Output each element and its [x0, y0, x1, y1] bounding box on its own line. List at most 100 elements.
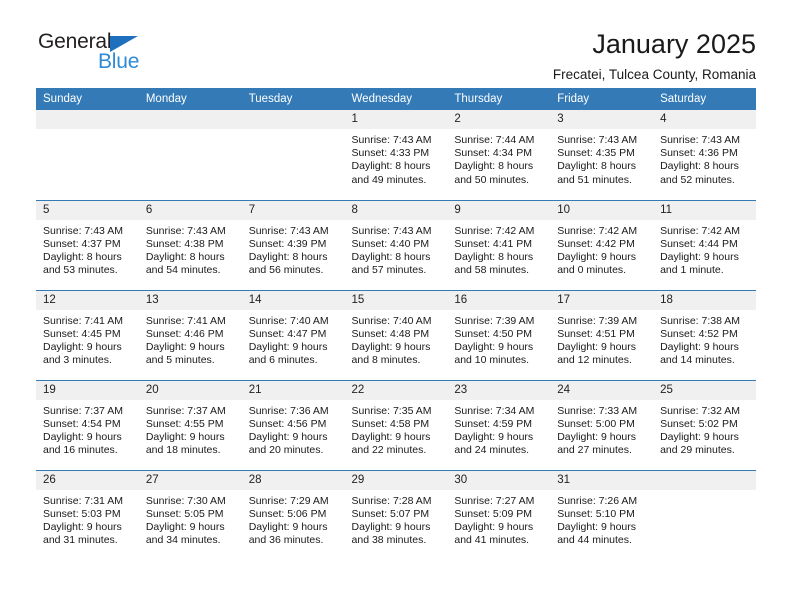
weekday-header-thursday: Thursday [447, 88, 551, 110]
day-detail-line: Sunset: 5:03 PM [43, 507, 121, 520]
calendar-day-cell[interactable]: 13 Sunrise: 7:41 AM Sunset: 4:46 PM Dayligh… [138, 289, 242, 380]
calendar-day-cell[interactable]: 11 Sunrise: 7:42 AM Sunset: 4:44 PM Dayligh… [653, 199, 756, 290]
day-detail-line: Daylight: 8 hours [43, 250, 122, 263]
calendar-day-cell[interactable]: 2 Sunrise: 7:44 AM Sunset: 4:34 PM Daylight… [447, 110, 551, 200]
logo-text-blue: Blue [98, 50, 140, 73]
day-detail-line: Daylight: 9 hours [145, 520, 225, 533]
day-number: 25 [653, 380, 756, 400]
weekday-header-saturday: Saturday [653, 88, 756, 110]
calendar-day-cell[interactable]: 24 Sunrise: 7:33 AM Sunset: 5:00 PM Dayligh… [550, 379, 654, 470]
day-detail-line: Daylight: 8 hours [660, 160, 739, 173]
calendar-day-cell[interactable]: 29 Sunrise: 7:28 AM Sunset: 5:07 PM Dayligh… [344, 469, 448, 560]
day-detail-line: Sunrise: 7:42 AM [454, 224, 535, 237]
calendar-day-cell[interactable]: 28 Sunrise: 7:29 AM Sunset: 5:06 PM Dayligh… [241, 469, 345, 560]
day-detail-line: Sunrise: 7:32 AM [660, 404, 741, 417]
day-details: Sunrise: 7:41 AM Sunset: 4:46 PM Daylight:… [139, 310, 242, 368]
day-detail-line: Sunrise: 7:43 AM [248, 224, 329, 237]
day-number: 20 [138, 380, 242, 400]
day-details: Sunrise: 7:36 AM Sunset: 4:56 PM Daylight:… [242, 400, 345, 458]
day-detail-line: Sunrise: 7:43 AM [660, 134, 741, 146]
day-detail-line: Sunrise: 7:26 AM [557, 494, 638, 507]
day-detail-line: Daylight: 9 hours [660, 340, 739, 353]
calendar-day-cell[interactable]: 14 Sunrise: 7:40 AM Sunset: 4:47 PM Dayligh… [241, 289, 345, 380]
calendar-page: General Blue January 2025 Frecatei, Tulc… [0, 0, 792, 612]
calendar-day-cell[interactable]: 23 Sunrise: 7:34 AM Sunset: 4:59 PM Dayligh… [447, 379, 551, 470]
day-details: Sunrise: 7:43 AM Sunset: 4:33 PM Daylight:… [345, 129, 448, 187]
day-detail-line: Sunset: 4:40 PM [351, 237, 430, 250]
day-detail-line: Sunset: 4:41 PM [454, 237, 533, 250]
day-number: 13 [138, 290, 242, 310]
calendar-day-cell[interactable]: 8 Sunrise: 7:43 AM Sunset: 4:40 PM Daylight… [344, 199, 448, 290]
day-details: Sunrise: 7:27 AM Sunset: 5:09 PM Daylight:… [447, 490, 550, 548]
calendar-day-cell[interactable]: 4 Sunrise: 7:43 AM Sunset: 4:36 PM Daylight… [653, 110, 756, 200]
calendar-day-cell[interactable]: 12 Sunrise: 7:41 AM Sunset: 4:45 PM Dayligh… [36, 289, 139, 380]
day-number: 16 [447, 290, 551, 310]
day-details: Sunrise: 7:34 AM Sunset: 4:59 PM Daylight:… [447, 400, 550, 458]
day-detail-line: Daylight: 9 hours [660, 250, 739, 263]
calendar-day-cell[interactable]: 16 Sunrise: 7:39 AM Sunset: 4:50 PM Dayligh… [447, 289, 551, 380]
day-details: Sunrise: 7:41 AM Sunset: 4:45 PM Daylight:… [36, 310, 139, 368]
page-title: January 2025 [592, 29, 756, 59]
calendar-day-cell[interactable]: 31 Sunrise: 7:26 AM Sunset: 5:10 PM Dayligh… [550, 469, 654, 560]
calendar-day-cell[interactable]: 3 Sunrise: 7:43 AM Sunset: 4:35 PM Daylight… [550, 110, 654, 200]
weekday-header-friday: Friday [550, 88, 654, 110]
day-detail-line: Daylight: 8 hours [351, 160, 431, 173]
day-detail-line: Sunset: 4:42 PM [557, 237, 635, 250]
calendar-day-cell[interactable]: 20 Sunrise: 7:37 AM Sunset: 4:55 PM Dayligh… [138, 379, 242, 470]
calendar-day-cell[interactable]: 9 Sunrise: 7:42 AM Sunset: 4:41 PM Daylight… [447, 199, 551, 290]
calendar-day-cell[interactable]: 6 Sunrise: 7:43 AM Sunset: 4:38 PM Daylight… [138, 199, 242, 290]
calendar-body: 1 Sunrise: 7:43 AM Sunset: 4:33 PM Daylight… [36, 110, 756, 560]
day-detail-line: Sunrise: 7:38 AM [660, 314, 741, 327]
day-detail-line: Sunset: 4:50 PM [454, 327, 533, 340]
day-detail-line: Sunset: 5:09 PM [454, 507, 533, 520]
day-detail-line: Sunrise: 7:40 AM [248, 314, 329, 327]
calendar-day-cell[interactable]: 15 Sunrise: 7:40 AM Sunset: 4:48 PM Dayligh… [344, 289, 448, 380]
calendar-day-cell[interactable]: 22 Sunrise: 7:35 AM Sunset: 4:58 PM Dayligh… [344, 379, 448, 470]
day-detail-line: Daylight: 9 hours [43, 430, 122, 443]
day-detail-line: Sunrise: 7:37 AM [145, 404, 226, 417]
calendar-day-cell[interactable]: 7 Sunrise: 7:43 AM Sunset: 4:39 PM Daylight… [241, 199, 345, 290]
day-detail-line: Sunset: 4:51 PM [557, 327, 635, 340]
day-number: 17 [550, 290, 654, 310]
day-detail-line: and 52 minutes. [660, 173, 735, 186]
calendar-day-cell[interactable]: 18 Sunrise: 7:38 AM Sunset: 4:52 PM Dayligh… [653, 289, 756, 380]
general-blue-logo[interactable]: General Blue [36, 30, 156, 74]
day-detail-line: Daylight: 8 hours [145, 250, 225, 263]
calendar-day-cell[interactable]: 10 Sunrise: 7:42 AM Sunset: 4:42 PM Dayligh… [550, 199, 654, 290]
day-detail-line: Daylight: 9 hours [145, 430, 225, 443]
day-detail-line: Sunset: 4:36 PM [660, 147, 738, 160]
day-detail-line: and 24 minutes. [454, 444, 530, 457]
calendar-day-cell[interactable]: 5 Sunrise: 7:43 AM Sunset: 4:37 PM Daylight… [36, 199, 139, 290]
day-detail-line: Daylight: 8 hours [454, 250, 534, 263]
day-detail-line: and 36 minutes. [248, 534, 324, 547]
calendar-day-cell[interactable]: 25 Sunrise: 7:32 AM Sunset: 5:02 PM Dayligh… [653, 379, 756, 470]
day-details: Sunrise: 7:40 AM Sunset: 4:47 PM Daylight:… [242, 310, 345, 368]
day-detail-line: and 54 minutes. [145, 264, 221, 277]
day-detail-line: Daylight: 9 hours [557, 520, 637, 533]
calendar-day-cell[interactable]: 26 Sunrise: 7:31 AM Sunset: 5:03 PM Dayligh… [36, 469, 139, 560]
day-detail-line: and 18 minutes. [145, 444, 221, 457]
day-number: 29 [344, 470, 448, 490]
calendar-day-cell[interactable]: 21 Sunrise: 7:36 AM Sunset: 4:56 PM Dayligh… [241, 379, 345, 470]
day-number: 28 [241, 470, 345, 490]
day-number: 2 [447, 110, 551, 129]
calendar-day-cell-empty [138, 110, 242, 200]
day-detail-line: Sunrise: 7:43 AM [351, 224, 432, 237]
day-number: 9 [447, 200, 551, 220]
day-number: 31 [550, 470, 654, 490]
day-detail-line: and 44 minutes. [557, 534, 632, 547]
calendar-day-cell[interactable]: 27 Sunrise: 7:30 AM Sunset: 5:05 PM Dayligh… [138, 469, 242, 560]
day-detail-line: Sunrise: 7:43 AM [351, 134, 432, 146]
day-detail-line: Sunset: 4:56 PM [248, 417, 327, 430]
calendar-day-cell[interactable]: 19 Sunrise: 7:37 AM Sunset: 4:54 PM Dayligh… [36, 379, 139, 470]
calendar-day-cell-empty [241, 110, 345, 200]
day-detail-line: Daylight: 9 hours [454, 520, 534, 533]
calendar-week-row: 19 Sunrise: 7:37 AM Sunset: 4:54 PM Dayligh… [36, 379, 756, 470]
day-details: Sunrise: 7:35 AM Sunset: 4:58 PM Daylight:… [345, 400, 448, 458]
day-number: 21 [241, 380, 345, 400]
calendar-day-cell[interactable]: 17 Sunrise: 7:39 AM Sunset: 4:51 PM Dayligh… [550, 289, 654, 380]
day-number: 12 [36, 290, 139, 310]
calendar-day-cell[interactable]: 30 Sunrise: 7:27 AM Sunset: 5:09 PM Dayligh… [447, 469, 551, 560]
calendar-day-cell[interactable]: 1 Sunrise: 7:43 AM Sunset: 4:33 PM Daylight… [344, 110, 448, 200]
day-number: 14 [241, 290, 345, 310]
